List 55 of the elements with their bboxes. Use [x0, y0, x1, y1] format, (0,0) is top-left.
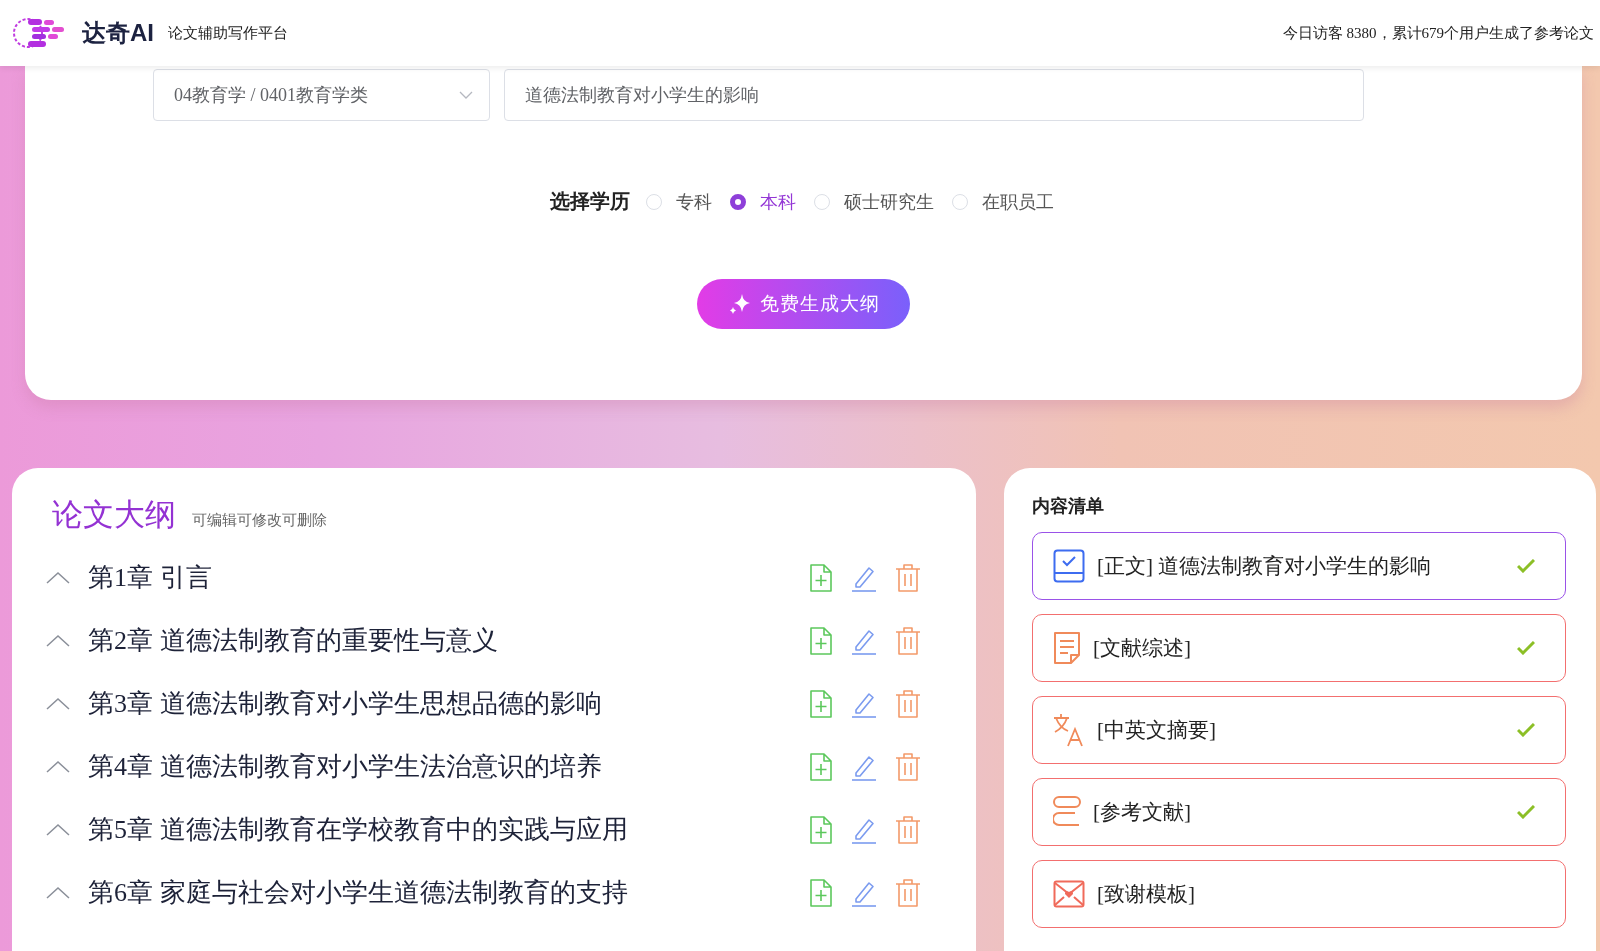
chapter-title[interactable]: 第1章 引言 [88, 560, 809, 595]
chapter-title[interactable]: 第5章 道德法制教育在学校教育中的实践与应用 [88, 812, 809, 847]
subject-select[interactable]: 04教育学 / 0401教育学类 [153, 69, 490, 121]
generate-outline-button[interactable]: 免费生成大纲 [697, 279, 910, 329]
add-file-icon[interactable] [809, 877, 833, 908]
trash-icon[interactable] [895, 625, 921, 656]
content-item[interactable]: [文献综述] [1032, 614, 1566, 682]
chevron-up-icon[interactable] [46, 697, 70, 710]
content-item-label: [中英文摘要] [1097, 717, 1217, 744]
trash-icon[interactable] [895, 751, 921, 782]
chevron-up-icon[interactable] [46, 571, 70, 584]
title-input[interactable]: 道德法制教育对小学生的影响 [504, 69, 1364, 121]
content-item-label: [参考文献] [1093, 799, 1192, 826]
chapter-title[interactable]: 第4章 道德法制教育对小学生法治意识的培养 [88, 749, 809, 784]
degree-option[interactable]: 本科 [759, 189, 796, 214]
chevron-down-icon [459, 91, 473, 99]
outline-hint: 可编辑可修改可删除 [192, 511, 327, 530]
add-file-icon[interactable] [809, 562, 833, 593]
add-file-icon[interactable] [809, 814, 833, 845]
document-check-icon [1053, 549, 1085, 583]
translate-icon [1053, 713, 1085, 747]
contents-title: 内容清单 [1032, 495, 1105, 518]
chapter-title[interactable]: 第6章 家庭与社会对小学生道德法制教育的支持 [88, 875, 809, 910]
chevron-up-icon[interactable] [46, 760, 70, 773]
note-icon [1053, 631, 1081, 665]
degree-option[interactable]: 专科 [675, 189, 712, 214]
trash-icon[interactable] [895, 688, 921, 719]
chevron-up-icon[interactable] [46, 634, 70, 647]
degree-radio[interactable] [729, 193, 746, 210]
degree-option[interactable]: 硕士研究生 [843, 189, 934, 214]
chapter-title[interactable]: 第2章 道德法制教育的重要性与意义 [88, 623, 809, 658]
content-item-label: [致谢模板] [1097, 881, 1196, 908]
trash-icon[interactable] [895, 814, 921, 845]
content-item[interactable]: [中英文摘要] [1032, 696, 1566, 764]
stacked-books-icon [1053, 795, 1081, 829]
trash-icon[interactable] [895, 877, 921, 908]
content-item-label: [正文] 道德法制教育对小学生的影响 [1097, 553, 1433, 580]
visitor-stats: 今日访客 8380，累计679个用户生成了参考论文 [1282, 23, 1594, 43]
content-item-label: [文献综述] [1093, 635, 1192, 662]
content-item[interactable]: [参考文献] [1032, 778, 1566, 846]
envelope-heart-icon [1053, 880, 1085, 908]
trash-icon[interactable] [895, 562, 921, 593]
add-file-icon[interactable] [809, 625, 833, 656]
degree-label: 选择学历 [549, 189, 630, 214]
content-item[interactable]: [正文] 道德法制教育对小学生的影响 [1032, 532, 1566, 600]
chevron-up-icon[interactable] [46, 823, 70, 836]
chevron-up-icon[interactable] [46, 886, 70, 899]
chapter-title[interactable]: 第3章 道德法制教育对小学生思想品德的影响 [88, 686, 809, 721]
brand-tagline: 论文辅助写作平台 [168, 23, 288, 43]
outline-title: 论文大纲 [52, 496, 176, 534]
add-file-icon[interactable] [809, 751, 833, 782]
content-item[interactable]: [致谢模板] [1032, 860, 1566, 928]
brand-name: 达奇AI [82, 18, 154, 48]
degree-option[interactable]: 在职员工 [981, 189, 1054, 214]
add-file-icon[interactable] [809, 688, 833, 719]
